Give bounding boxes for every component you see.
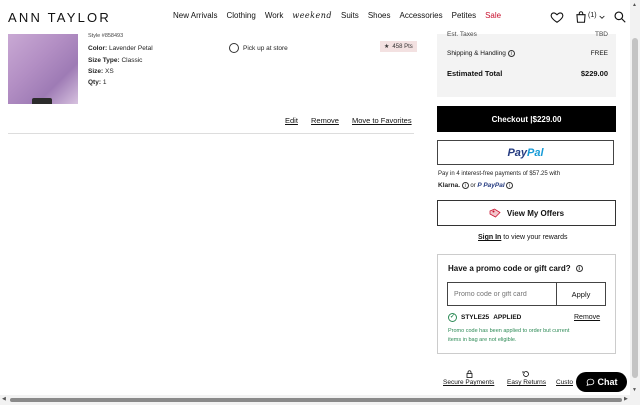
promo-applied-status: ✓ STYLE25 APPLIED: [448, 313, 522, 322]
customer-service-link[interactable]: Custo: [556, 379, 573, 386]
pickup-radio[interactable]: [229, 43, 239, 53]
qty-attr: Qty: 1: [88, 79, 107, 86]
promo-code-input[interactable]: [447, 282, 560, 306]
pay-later-info: Pay in 4 interest-free payments of $57.2…: [438, 171, 561, 189]
return-icon: [522, 371, 529, 377]
product-shoes: [32, 98, 52, 104]
promo-message: Promo code has been applied to order but…: [448, 328, 570, 343]
info-icon[interactable]: i: [506, 181, 514, 189]
klarna-logo: Klarna.: [438, 182, 461, 189]
scroll-down-icon[interactable]: ▼: [632, 387, 637, 393]
brand-logo[interactable]: ANN TAYLOR: [8, 10, 111, 25]
nav-work[interactable]: Work: [265, 11, 284, 20]
info-icon[interactable]: i: [507, 50, 515, 57]
info-icon[interactable]: i: [461, 181, 469, 189]
size-attr: Size: XS: [88, 68, 114, 75]
nav-sale[interactable]: Sale: [485, 11, 501, 20]
site-header: ANN TAYLOR New Arrivals Clothing Work we…: [0, 0, 630, 34]
nav-accessories[interactable]: Accessories: [400, 11, 443, 20]
vertical-scrollbar[interactable]: ▲ ▼: [630, 0, 640, 395]
check-icon: ✓: [448, 313, 457, 322]
heart-icon[interactable]: [550, 10, 564, 24]
vertical-scroll-thumb[interactable]: [632, 38, 638, 378]
nav-new-arrivals[interactable]: New Arrivals: [173, 11, 217, 20]
item-divider: [8, 133, 414, 134]
shipping-row: Shipping & Handling i FREE: [447, 50, 608, 58]
search-icon[interactable]: [613, 10, 627, 24]
nav-petites[interactable]: Petites: [452, 11, 476, 20]
remove-link[interactable]: Remove: [311, 116, 339, 125]
style-number: Style #858493: [88, 33, 124, 39]
order-summary-box: [437, 34, 616, 97]
pickup-option[interactable]: Pick up at store: [229, 43, 288, 53]
scroll-right-icon[interactable]: ▶: [624, 396, 628, 402]
pickup-label: Pick up at store: [243, 44, 288, 52]
apply-button[interactable]: Apply: [556, 282, 606, 306]
move-to-favorites-link[interactable]: Move to Favorites: [352, 116, 412, 125]
easy-returns-link[interactable]: Easy Returns: [507, 379, 546, 386]
bag-count[interactable]: (1): [588, 12, 597, 19]
color-attr: Color: Lavender Petal: [88, 45, 153, 52]
secure-payments-link[interactable]: Secure Payments: [443, 379, 494, 386]
points-badge: ★ 458 Pts: [380, 41, 417, 52]
bag-icon[interactable]: [574, 10, 588, 24]
sign-in-prompt: Sign In to view your rewards: [478, 234, 568, 241]
chevron-down-icon[interactable]: [598, 10, 606, 24]
taxes-row: Est. Taxes TBD: [447, 31, 608, 38]
lock-icon: [466, 370, 473, 378]
horizontal-scroll-thumb[interactable]: [10, 398, 622, 402]
star-icon: ★: [384, 44, 390, 50]
estimated-total-row: Estimated Total $229.00: [447, 69, 608, 78]
nav-clothing[interactable]: Clothing: [226, 11, 255, 20]
nav-suits[interactable]: Suits: [341, 11, 359, 20]
paypal-logo: P PayPal: [477, 182, 505, 189]
paypal-button[interactable]: Pay Pal: [437, 140, 614, 165]
checkout-button[interactable]: Checkout |$229.00: [437, 106, 616, 132]
main-nav: New Arrivals Clothing Work weekend Suits…: [173, 11, 510, 20]
product-image[interactable]: [8, 34, 78, 104]
size-type-attr: Size Type: Classic: [88, 57, 143, 64]
nav-shoes[interactable]: Shoes: [368, 11, 391, 20]
promo-title: Have a promo code or gift card? i: [448, 264, 583, 273]
nav-weekend[interactable]: weekend: [292, 11, 332, 20]
edit-link[interactable]: Edit: [285, 116, 298, 125]
remove-promo-link[interactable]: Remove: [574, 314, 600, 321]
scroll-up-icon[interactable]: ▲: [632, 2, 637, 8]
info-icon[interactable]: i: [575, 265, 583, 272]
scroll-left-icon[interactable]: ◀: [2, 396, 6, 402]
chat-bubble-icon: [585, 378, 594, 386]
chat-button[interactable]: Chat: [576, 372, 627, 392]
view-my-offers-button[interactable]: View My Offers: [437, 200, 616, 226]
horizontal-scrollbar[interactable]: ◀ ▶: [0, 395, 640, 405]
sign-in-link[interactable]: Sign In: [478, 234, 501, 241]
gift-icon: [489, 208, 501, 218]
